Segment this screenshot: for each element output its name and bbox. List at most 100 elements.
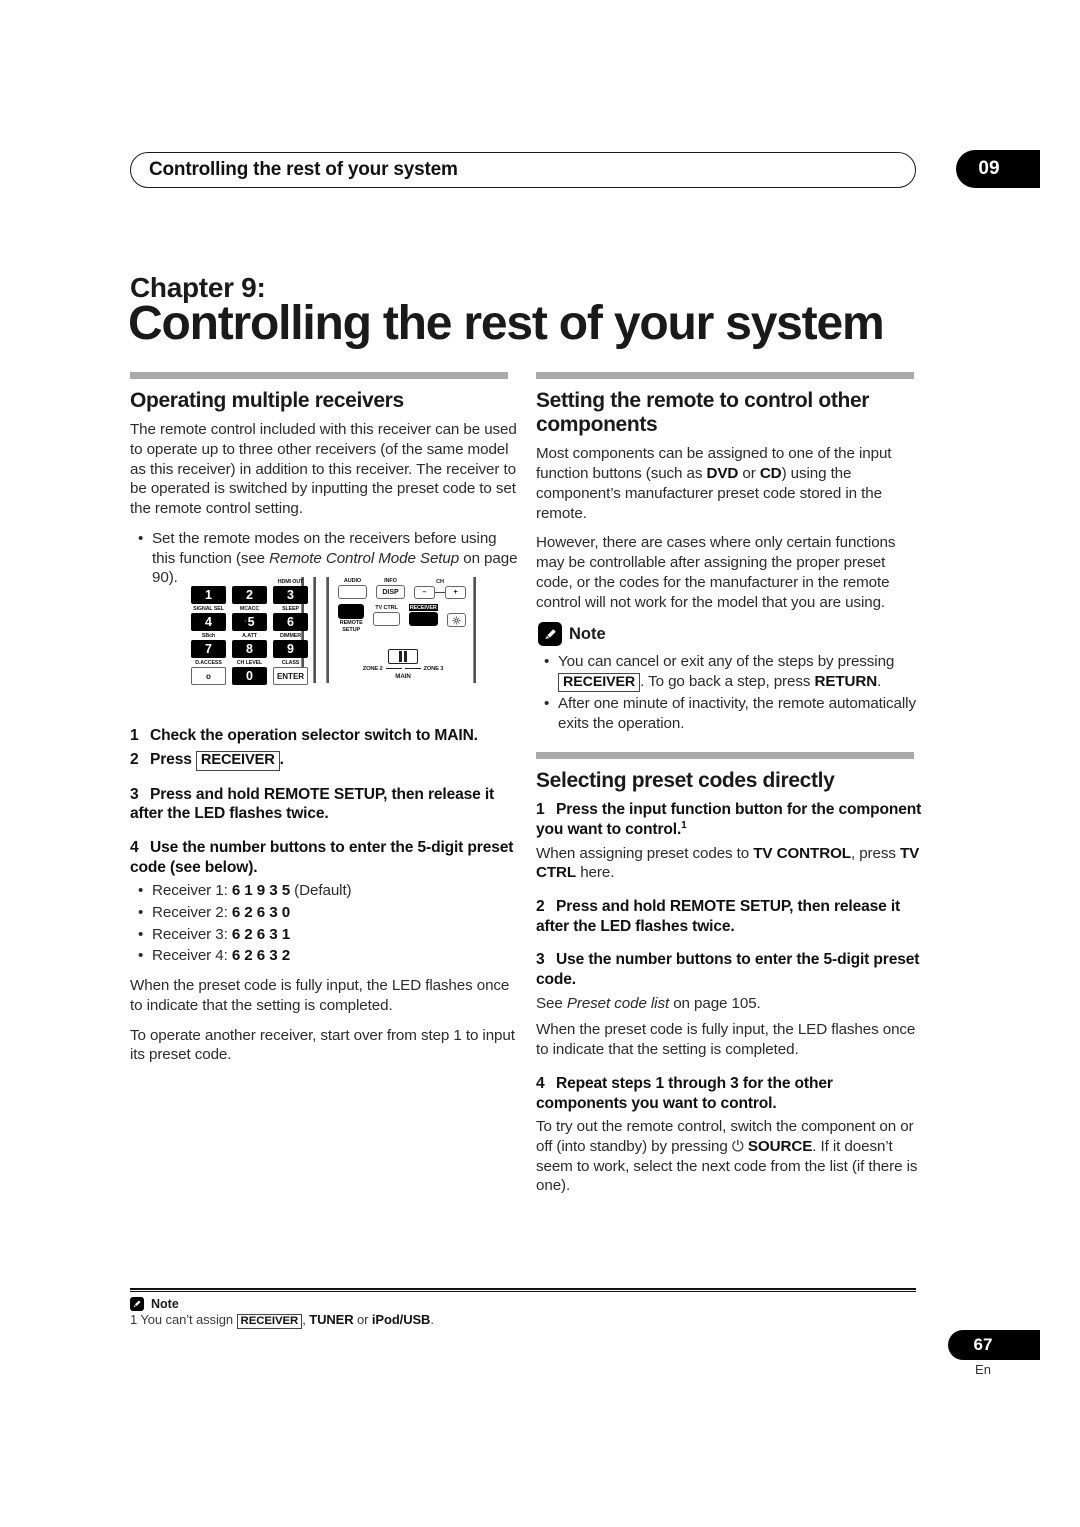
light-bulb-icon (452, 615, 461, 625)
cd-label: CD (759, 465, 782, 483)
ch-plus-button[interactable]: + (445, 586, 466, 599)
remote-right-panel: AUDIO INFO DISP CH – + REMOTE SETUP TV C… (338, 577, 466, 633)
step-text: Press and hold REMOTE SETUP, then releas… (536, 898, 901, 935)
keypad-key-label: 5 (247, 615, 255, 629)
text-part: on page 105. (669, 994, 761, 1012)
pencil-icon (538, 622, 562, 647)
remote-control-diagram: 1 2 HDMI OUT 3 SIGNAL SEL 4 MCACC ◦ 5 SLE… (183, 571, 483, 689)
footnote-separator (130, 1288, 916, 1292)
step-4-left: 4 Use the number buttons to enter the 5-d… (130, 838, 520, 877)
paragraph-preset-code-list: See Preset code list on page 105. (536, 994, 926, 1014)
section-title-selecting-preset-codes: Selecting preset codes directly (536, 768, 835, 792)
note-label: Note (151, 1297, 179, 1311)
keypad-key-7[interactable]: 7 (191, 640, 226, 658)
keypad-key-enter[interactable]: ENTER (273, 667, 308, 685)
step-text-post: . (279, 750, 284, 768)
text-part: When assigning preset codes to (536, 844, 754, 862)
keypad-key-circle[interactable]: o (191, 667, 226, 685)
step-number: 3 (130, 785, 139, 803)
receiver-code: 6 1 9 3 5 (231, 882, 291, 900)
keypad-cell-4: SIGNAL SEL 4 (191, 606, 226, 631)
return-label: RETURN (814, 673, 878, 691)
keypad-key-8[interactable]: 8 (232, 640, 267, 658)
keypad-row: SBch 7 A.ATT 8 DIMMER 9 (191, 633, 308, 658)
note-bullet-list: You can cancel or exit any of the steps … (536, 652, 926, 734)
receiver-label: Receiver 2: (152, 903, 232, 921)
source-label: SOURCE (747, 1137, 813, 1155)
zone-labels-row: ZONE 2 ZONE 3 (353, 664, 453, 673)
step-text: Check the operation selector switch to M… (150, 727, 478, 745)
keypad-key-1[interactable]: 1 (191, 586, 226, 604)
keypad-label-class: CLASS (281, 660, 300, 666)
receiver-label: Receiver 4: (152, 947, 232, 965)
switch-bar (399, 651, 402, 662)
text-part: You can cancel or exit any of the steps … (558, 653, 895, 671)
step-text: Use the number buttons to enter the 5-di… (536, 951, 920, 988)
footnote-text: 1 You can’t assign RECEIVER, TUNER or iP… (130, 1312, 916, 1330)
step-number: 4 (130, 838, 139, 856)
page-language-label: En (975, 1362, 991, 1377)
keypad-key-4[interactable]: 4 (191, 613, 226, 631)
disp-button[interactable]: DISP (376, 585, 405, 599)
step-4-right: 4 Repeat steps 1 through 3 for the other … (536, 1074, 926, 1113)
step-1-left: 1 Check the operation selector switch to … (130, 726, 520, 746)
keypad-label-signal-sel: SIGNAL SEL (193, 606, 224, 612)
keypad-label-d-access: D.ACCESS (195, 660, 222, 666)
keypad-cell-0: CH LEVEL 0 (232, 660, 267, 685)
receiver-code: 6 2 6 3 0 (231, 903, 291, 921)
step-text: Repeat steps 1 through 3 for the other c… (536, 1074, 833, 1112)
audio-button[interactable] (338, 585, 367, 599)
receiver-label: Receiver 3: (152, 925, 232, 943)
preset-code-list-italic: Preset code list (566, 994, 670, 1012)
section-rule (536, 751, 914, 759)
keypad-cell-6: SLEEP 6 (273, 606, 308, 631)
receiver-button[interactable] (408, 612, 438, 626)
keypad-row: D.ACCESS o CH LEVEL 0 CLASS ENTER (191, 660, 308, 685)
tv-ctrl-button[interactable] (373, 612, 400, 626)
keypad-key-0[interactable]: 0 (232, 667, 267, 685)
ch-minus-button[interactable]: – (414, 586, 435, 599)
light-button[interactable] (446, 613, 466, 627)
page-title: Controlling the rest of your system (128, 297, 885, 350)
step-number: 4 (536, 1074, 545, 1092)
list-item: Receiver 4: 6 2 6 3 2 (138, 946, 520, 966)
keypad-label-dimmer: DIMMER (280, 633, 301, 639)
text-part: or (353, 1312, 372, 1327)
section-rule (536, 372, 914, 379)
zone-selector-switch[interactable]: ZONE 2 ZONE 3 MAIN (353, 649, 453, 680)
receiver-chip: RECEIVER (558, 673, 641, 693)
receiver-chip: RECEIVER (236, 1314, 303, 1330)
receiver-code: 6 2 6 3 2 (231, 947, 291, 965)
tuner-label: TUNER (309, 1312, 354, 1327)
paragraph-after-code: When the preset code is fully input, the… (130, 977, 510, 1014)
diagram-divider-bar (313, 577, 316, 683)
keypad-label-sbch: SBch (201, 633, 216, 639)
keypad-key-5[interactable]: ◦ 5 (232, 613, 267, 631)
keypad-cell-enter: CLASS ENTER (273, 660, 308, 685)
keypad-key-2[interactable]: 2 (232, 586, 267, 604)
switch-bar (404, 651, 407, 662)
keypad-row: SIGNAL SEL 4 MCACC ◦ 5 SLEEP 6 (191, 606, 308, 631)
text-part: See (536, 994, 567, 1012)
keypad-cell-9: DIMMER 9 (273, 633, 308, 658)
keypad-key-6[interactable]: 6 (273, 613, 308, 631)
section-title-setting-remote: Setting the remote to control other comp… (536, 389, 870, 437)
keypad-cell-8: A.ATT 8 (232, 633, 267, 658)
remote-setup-button[interactable] (338, 604, 365, 619)
main-label: MAIN (395, 673, 411, 680)
keypad-key-3[interactable]: 3 (273, 586, 308, 604)
step-text: Use the number buttons to enter the 5-di… (130, 838, 514, 876)
list-item: After one minute of inactivity, the remo… (544, 694, 926, 734)
footnote-block: Note 1 You can’t assign RECEIVER, TUNER … (130, 1297, 916, 1330)
receiver-suffix: (Default) (290, 882, 352, 900)
step-text: Press the input function button for the … (536, 801, 922, 838)
zone-switch-body[interactable] (388, 649, 418, 664)
footnote-marker: 1 (681, 819, 687, 831)
power-icon: ⏻ (731, 1137, 744, 1155)
step-text: Press and hold REMOTE SETUP, then releas… (130, 785, 495, 823)
keypad-key-9[interactable]: 9 (273, 640, 308, 658)
receiver-chip: RECEIVER (195, 750, 280, 771)
text-part: . (877, 673, 882, 691)
step-number: 3 (536, 951, 545, 969)
diagram-divider-bar (473, 577, 476, 683)
